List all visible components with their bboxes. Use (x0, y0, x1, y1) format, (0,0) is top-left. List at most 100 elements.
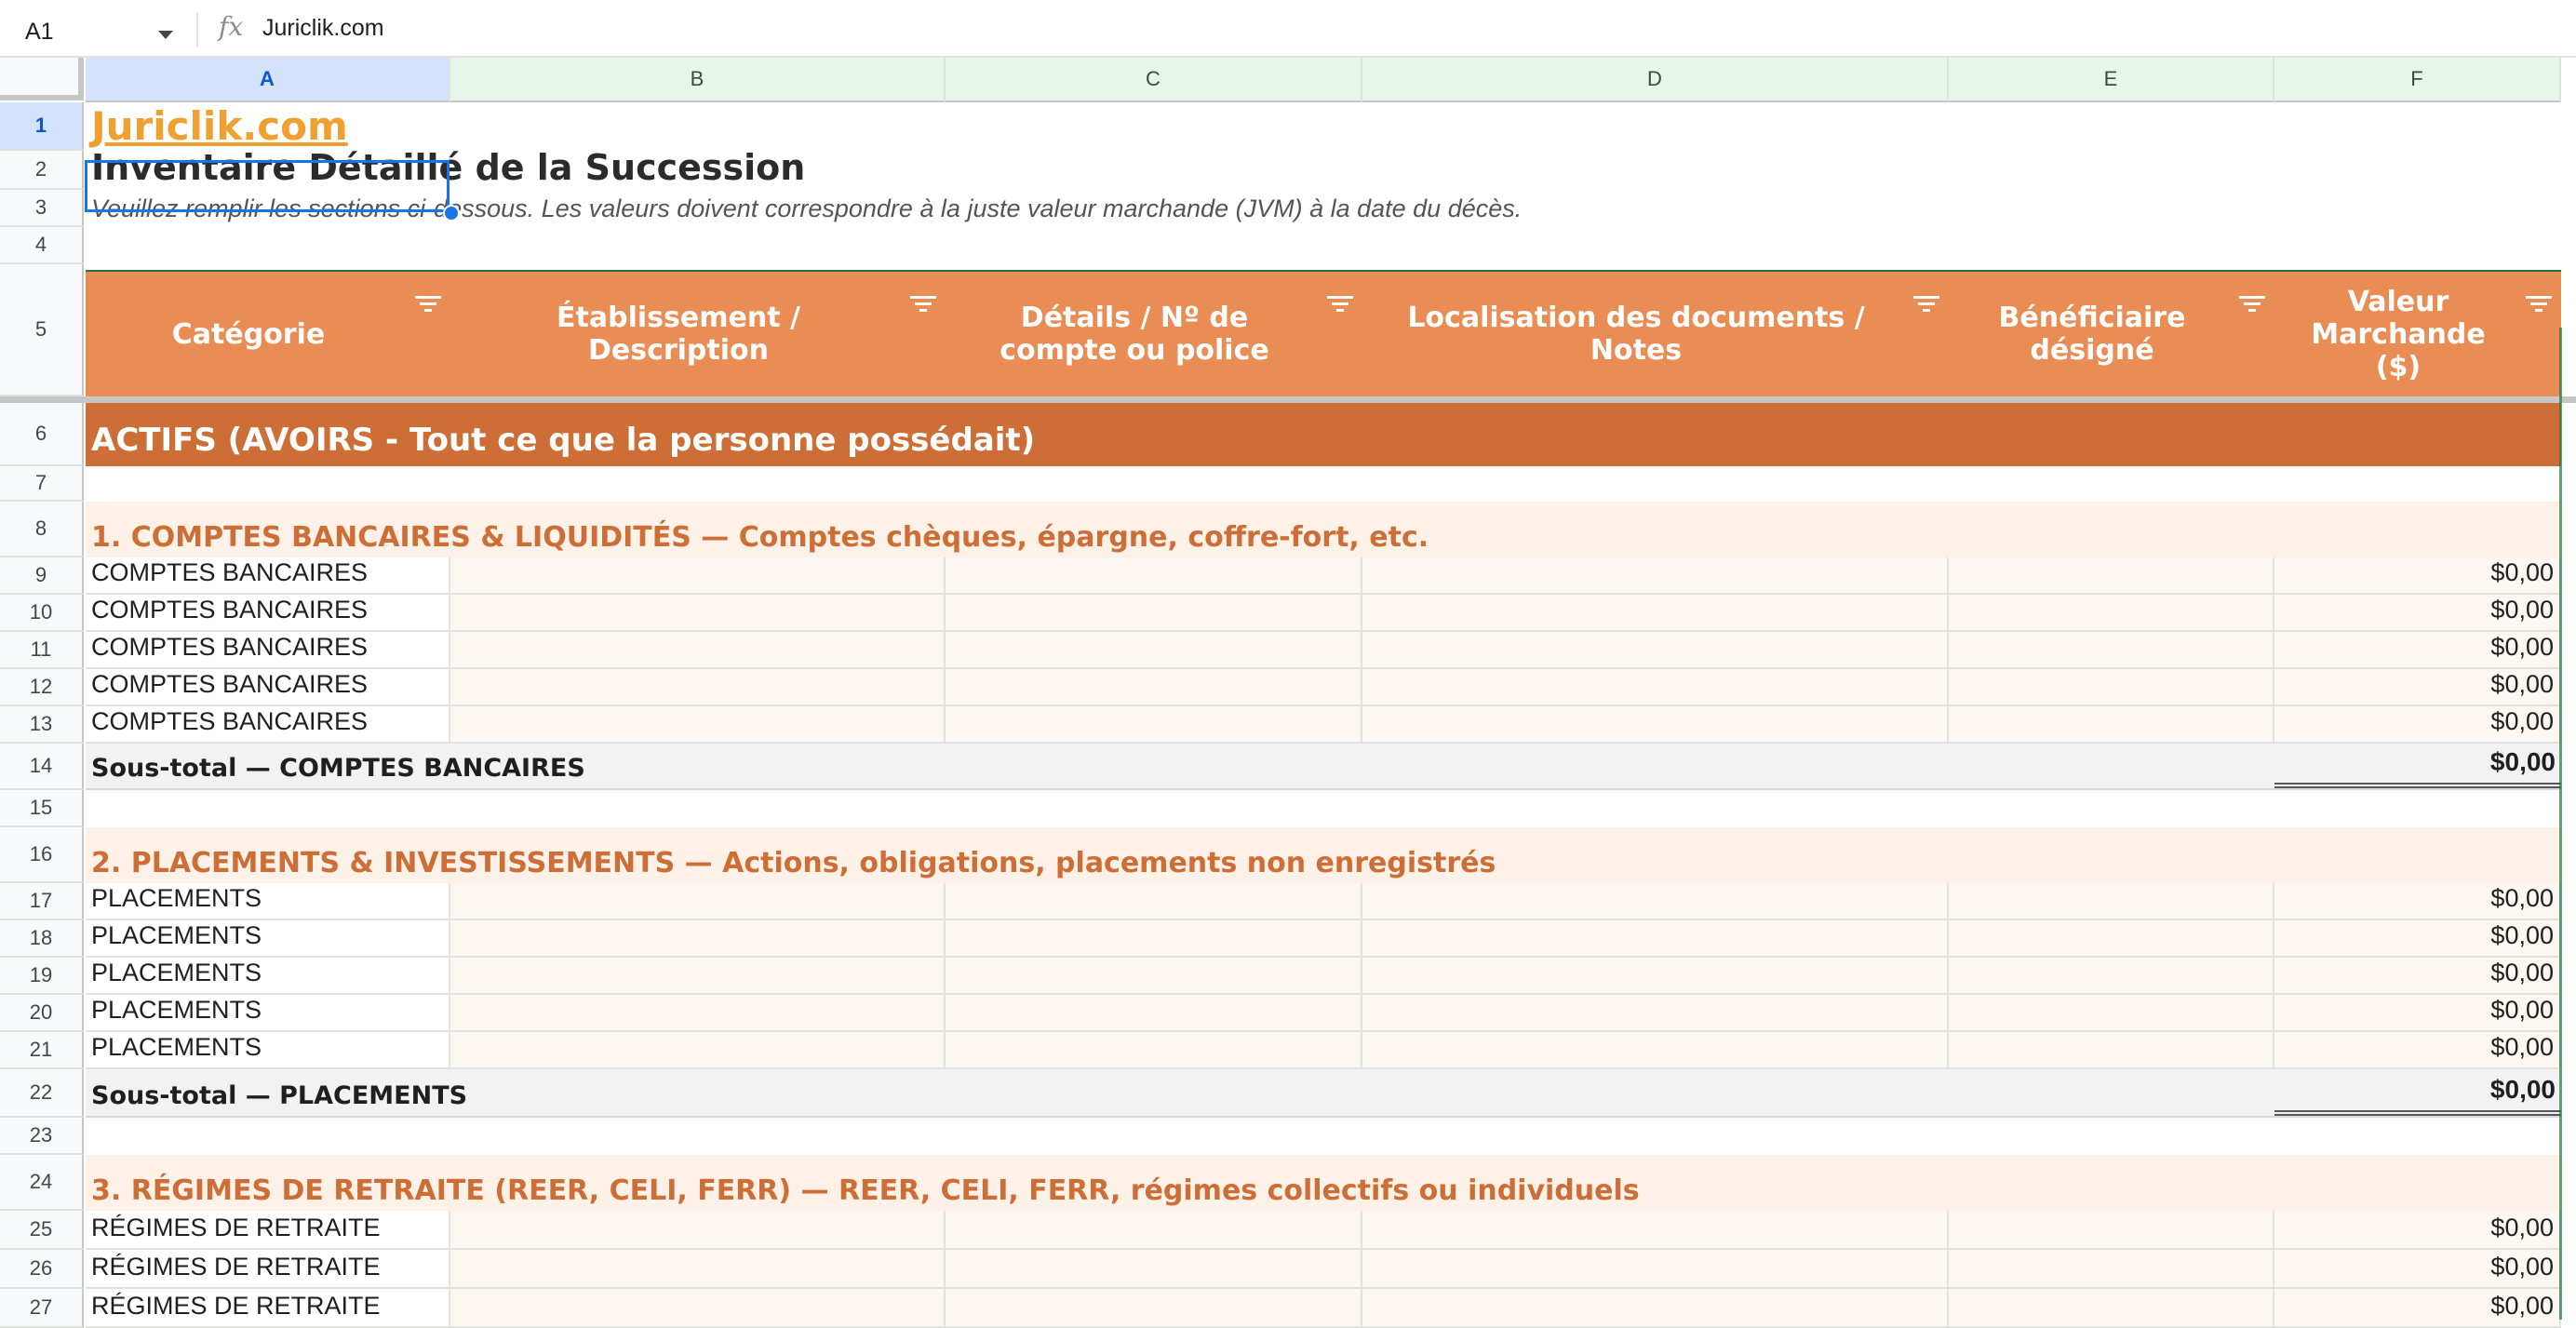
header-cell[interactable]: Localisation des documents / Notes (1362, 272, 1949, 396)
row-header[interactable]: 19 (0, 958, 84, 995)
description-cell[interactable] (450, 958, 946, 995)
row-header[interactable]: 2 (0, 151, 84, 190)
header-cell[interactable]: Valeur Marchande ($) (2274, 272, 2561, 396)
description-cell[interactable] (450, 1211, 946, 1250)
filter-icon[interactable] (2526, 296, 2552, 315)
filter-icon[interactable] (1913, 296, 1939, 315)
value-cell[interactable]: $0,00 (2274, 557, 2561, 595)
row-header[interactable]: 6 (0, 403, 84, 466)
details-cell[interactable] (946, 1211, 1362, 1250)
description-cell[interactable] (450, 920, 946, 958)
value-cell[interactable]: $0,00 (2274, 632, 2561, 669)
notes-cell[interactable] (1362, 995, 1949, 1032)
value-cell[interactable]: $0,00 (2274, 958, 2561, 995)
description-cell[interactable] (450, 1250, 946, 1289)
formula-input[interactable]: Juriclik.com (262, 15, 384, 42)
value-cell[interactable]: $0,00 (2274, 1032, 2561, 1069)
row-header[interactable]: 11 (0, 632, 84, 669)
row-header[interactable]: 23 (0, 1118, 84, 1155)
details-cell[interactable] (946, 632, 1362, 669)
row-header[interactable]: 20 (0, 995, 84, 1032)
value-cell[interactable]: $0,00 (2274, 995, 2561, 1032)
details-cell[interactable] (946, 958, 1362, 995)
description-cell[interactable] (450, 632, 946, 669)
row-header[interactable]: 12 (0, 669, 84, 706)
row-header[interactable]: 15 (0, 790, 84, 827)
brand-cell[interactable]: Juriclik.com (86, 102, 476, 151)
row-header[interactable]: 21 (0, 1032, 84, 1069)
description-cell[interactable] (450, 557, 946, 595)
row-header[interactable]: 22 (0, 1069, 84, 1118)
notes-cell[interactable] (1362, 1211, 1949, 1250)
row-header[interactable]: 3 (0, 190, 84, 227)
details-cell[interactable] (946, 1032, 1362, 1069)
subtotal-value[interactable]: $0,00 (2274, 744, 2561, 788)
description-cell[interactable] (450, 706, 946, 744)
beneficiary-cell[interactable] (1949, 595, 2274, 632)
category-cell[interactable]: RÉGIMES DE RETRAITE (86, 1250, 450, 1289)
notes-cell[interactable] (1362, 1250, 1949, 1289)
fill-handle[interactable] (443, 205, 460, 221)
notes-cell[interactable] (1362, 1289, 1949, 1328)
notes-cell[interactable] (1362, 1032, 1949, 1069)
beneficiary-cell[interactable] (1949, 1032, 2274, 1069)
header-cell[interactable]: Détails / Nº de compte ou police (946, 272, 1362, 396)
category-cell[interactable]: COMPTES BANCAIRES (86, 557, 450, 595)
column-header-b[interactable]: B (450, 58, 946, 102)
category-cell[interactable]: PLACEMENTS (86, 920, 450, 958)
beneficiary-cell[interactable] (1949, 1250, 2274, 1289)
row-header[interactable]: 13 (0, 706, 84, 744)
beneficiary-cell[interactable] (1949, 557, 2274, 595)
category-cell[interactable]: COMPTES BANCAIRES (86, 595, 450, 632)
beneficiary-cell[interactable] (1949, 632, 2274, 669)
value-cell[interactable]: $0,00 (2274, 595, 2561, 632)
description-cell[interactable] (450, 1032, 946, 1069)
beneficiary-cell[interactable] (1949, 958, 2274, 995)
category-cell[interactable]: PLACEMENTS (86, 1032, 450, 1069)
value-cell[interactable]: $0,00 (2274, 1289, 2561, 1328)
filter-icon[interactable] (1327, 296, 1353, 315)
category-cell[interactable]: COMPTES BANCAIRES (86, 706, 450, 744)
details-cell[interactable] (946, 706, 1362, 744)
chevron-down-icon[interactable] (158, 31, 173, 39)
details-cell[interactable] (946, 883, 1362, 920)
name-box[interactable]: A1 (0, 6, 186, 54)
group-heading-cell[interactable]: 3. RÉGIMES DE RETRAITE (REER, CELI, FERR… (86, 1155, 2561, 1211)
filter-icon[interactable] (910, 296, 936, 315)
subtotal-value[interactable]: $0,00 (2274, 1069, 2561, 1116)
details-cell[interactable] (946, 669, 1362, 706)
column-header-a[interactable]: A (86, 58, 450, 102)
brand-link[interactable]: Juriclik.com (91, 103, 348, 149)
row-header[interactable]: 7 (0, 466, 84, 502)
row-header[interactable]: 18 (0, 920, 84, 958)
column-header-e[interactable]: E (1949, 58, 2274, 102)
beneficiary-cell[interactable] (1949, 920, 2274, 958)
row-header[interactable]: 14 (0, 744, 84, 790)
category-cell[interactable]: PLACEMENTS (86, 995, 450, 1032)
value-cell[interactable]: $0,00 (2274, 883, 2561, 920)
value-cell[interactable]: $0,00 (2274, 1250, 2561, 1289)
row-header[interactable]: 8 (0, 502, 84, 557)
notes-cell[interactable] (1362, 632, 1949, 669)
header-cell[interactable]: Bénéficiaire désigné (1949, 272, 2274, 396)
row-header[interactable]: 9 (0, 557, 84, 595)
description-cell[interactable] (450, 1289, 946, 1328)
column-header-f[interactable]: F (2274, 58, 2561, 102)
row-header[interactable]: 17 (0, 883, 84, 920)
details-cell[interactable] (946, 1289, 1362, 1328)
beneficiary-cell[interactable] (1949, 883, 2274, 920)
column-header-c[interactable]: C (946, 58, 1362, 102)
group-heading-cell[interactable]: 1. COMPTES BANCAIRES & LIQUIDITÉS — Comp… (86, 502, 2561, 557)
active-cell-selection[interactable] (85, 160, 449, 212)
category-cell[interactable]: PLACEMENTS (86, 883, 450, 920)
filter-icon[interactable] (2239, 296, 2265, 315)
description-cell[interactable] (450, 883, 946, 920)
details-cell[interactable] (946, 1250, 1362, 1289)
header-cell[interactable]: Catégorie (86, 272, 450, 396)
notes-cell[interactable] (1362, 595, 1949, 632)
description-cell[interactable] (450, 995, 946, 1032)
row-header[interactable]: 27 (0, 1289, 84, 1328)
row-header[interactable]: 26 (0, 1250, 84, 1289)
beneficiary-cell[interactable] (1949, 706, 2274, 744)
filter-icon[interactable] (415, 296, 441, 315)
